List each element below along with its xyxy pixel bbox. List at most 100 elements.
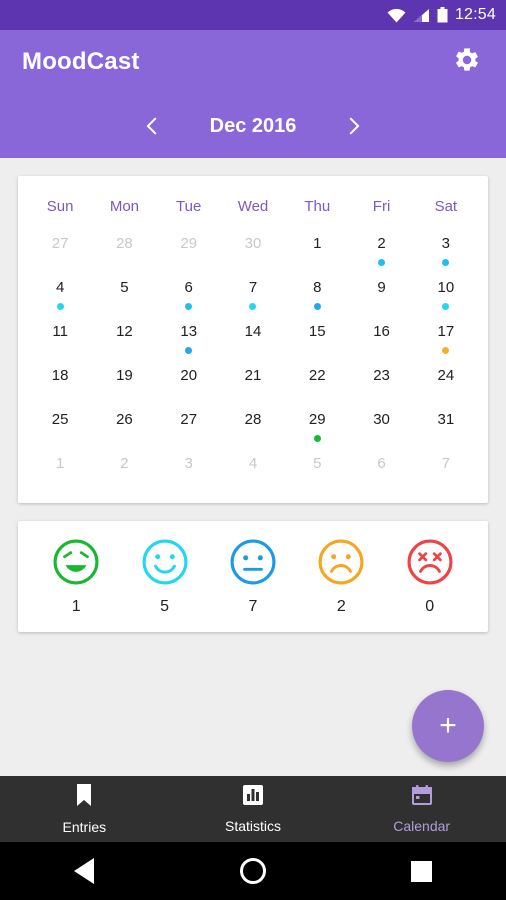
wifi-icon xyxy=(387,8,406,23)
mood-summary-item[interactable]: 0 xyxy=(395,539,465,616)
home-circle-icon xyxy=(239,858,266,884)
calendar-day-cell[interactable]: 31 xyxy=(414,405,478,449)
chevron-right-icon xyxy=(343,115,365,137)
mood-count: 5 xyxy=(160,598,170,615)
system-recents-button[interactable] xyxy=(392,851,452,891)
current-month-label: Dec 2016 xyxy=(209,114,297,137)
calendar-week-row: 25 26 27 28 29 30 31 xyxy=(28,405,478,449)
calendar-day-number: 7 xyxy=(248,279,258,296)
calendar-day-cell[interactable]: 13 xyxy=(157,317,221,361)
calendar-day-cell[interactable]: 29 xyxy=(285,405,349,449)
calendar-day-number: 2 xyxy=(120,455,129,472)
calendar-day-number: 29 xyxy=(308,411,326,428)
calendar-day-cell[interactable]: 22 xyxy=(285,361,349,405)
signal-icon xyxy=(413,8,430,23)
calendar-day-cell: 6 xyxy=(349,449,413,493)
calendar-day-cell[interactable]: 16 xyxy=(349,317,413,361)
calendar-day-number: 5 xyxy=(120,279,129,296)
mood-count: 1 xyxy=(71,598,81,615)
calendar-day-cell[interactable]: 20 xyxy=(157,361,221,405)
calendar-day-cell[interactable]: 6 xyxy=(157,273,221,317)
mood-summary-item[interactable]: 1 xyxy=(41,539,111,616)
mood-dot xyxy=(185,347,193,354)
calendar-day-cell[interactable]: 7 xyxy=(221,273,285,317)
calendar-day-cell: 1 xyxy=(28,449,92,493)
calendar-day-number: 30 xyxy=(244,235,262,252)
calendar-weekday-sun: Sun xyxy=(46,198,74,215)
calendar-day-number: 1 xyxy=(55,455,65,472)
settings-button[interactable] xyxy=(450,45,484,79)
bookmark-icon xyxy=(74,783,94,812)
mood-dot xyxy=(442,303,450,310)
calendar-day-number: 4 xyxy=(55,279,65,296)
calendar-day-number: 16 xyxy=(373,323,390,340)
mood-count: 0 xyxy=(425,598,435,615)
calendar-day-number: 18 xyxy=(51,367,69,384)
mood-good-icon xyxy=(142,539,188,590)
chevron-left-icon xyxy=(141,115,163,137)
bar-chart-icon xyxy=(242,784,264,811)
nav-item-calendar[interactable]: Calendar xyxy=(337,784,506,834)
calendar-day-number: 10 xyxy=(437,279,455,296)
calendar-day-cell[interactable]: 26 xyxy=(92,405,156,449)
calendar-day-number: 6 xyxy=(184,279,193,296)
next-month-button[interactable] xyxy=(328,102,380,150)
calendar-day-cell[interactable]: 1 xyxy=(285,229,349,273)
calendar-day-cell[interactable]: 8 xyxy=(285,273,349,317)
calendar-day-cell[interactable]: 10 xyxy=(414,273,478,317)
calendar-day-cell: 5 xyxy=(285,449,349,493)
mood-summary-item[interactable]: 7 xyxy=(218,539,288,616)
calendar-day-cell[interactable]: 30 xyxy=(349,405,413,449)
mood-count: 7 xyxy=(248,598,258,615)
calendar-day-cell[interactable]: 27 xyxy=(157,405,221,449)
nav-item-statistics[interactable]: Statistics xyxy=(169,784,338,834)
calendar-day-cell[interactable]: 12 xyxy=(92,317,156,361)
nav-item-entries[interactable]: Entries xyxy=(0,783,169,835)
calendar-day-cell[interactable]: 11 xyxy=(28,317,92,361)
mood-count: 2 xyxy=(336,598,346,615)
calendar-day-cell[interactable]: 18 xyxy=(28,361,92,405)
mood-summary-item[interactable]: 5 xyxy=(130,539,200,616)
calendar-day-number: 27 xyxy=(51,235,69,252)
calendar-day-cell[interactable]: 21 xyxy=(221,361,285,405)
mood-dot xyxy=(185,303,193,310)
calendar-day-cell[interactable]: 28 xyxy=(221,405,285,449)
calendar-day-cell: 28 xyxy=(92,229,156,273)
month-navigator: Dec 2016 xyxy=(0,94,506,158)
calendar-day-number: 9 xyxy=(377,279,386,296)
calendar-day-cell[interactable]: 15 xyxy=(285,317,349,361)
nav-label-statistics: Statistics xyxy=(225,818,282,834)
calendar-day-cell[interactable]: 17 xyxy=(414,317,478,361)
calendar-day-number: 17 xyxy=(437,323,455,340)
calendar-day-cell[interactable]: 4 xyxy=(28,273,92,317)
calendar-day-cell[interactable]: 23 xyxy=(349,361,413,405)
calendar-day-cell[interactable]: 3 xyxy=(414,229,478,273)
calendar-day-number: 30 xyxy=(373,411,390,428)
system-home-button[interactable] xyxy=(223,851,283,891)
back-triangle-icon xyxy=(74,858,95,884)
calendar-day-cell[interactable]: 9 xyxy=(349,273,413,317)
add-entry-fab[interactable]: + xyxy=(412,690,484,762)
calendar-day-number: 27 xyxy=(180,411,198,428)
calendar-day-cell[interactable]: 19 xyxy=(92,361,156,405)
previous-month-button[interactable] xyxy=(126,102,178,150)
calendar-day-cell[interactable]: 25 xyxy=(28,405,92,449)
mood-great-icon xyxy=(53,539,99,590)
calendar-day-cell: 27 xyxy=(28,229,92,273)
mood-summary-item[interactable]: 2 xyxy=(306,539,376,616)
calendar-day-number: 1 xyxy=(313,235,322,252)
plus-icon: + xyxy=(439,709,457,742)
system-navigation-bar xyxy=(0,842,506,900)
calendar-week-row: 4 5 6 7 8 9 10 xyxy=(28,273,478,317)
calendar-day-number: 23 xyxy=(373,367,390,384)
calendar-weekday-wed: Wed xyxy=(237,198,269,215)
calendar-day-cell[interactable]: 24 xyxy=(414,361,478,405)
status-bar: 12:54 xyxy=(0,0,506,30)
calendar-day-cell[interactable]: 5 xyxy=(92,273,156,317)
calendar-day-number: 11 xyxy=(52,323,68,340)
calendar-day-number: 25 xyxy=(51,411,69,428)
calendar-day-cell[interactable]: 2 xyxy=(349,229,413,273)
calendar-day-cell[interactable]: 14 xyxy=(221,317,285,361)
system-back-button[interactable] xyxy=(54,851,114,891)
mood-dot xyxy=(313,435,321,442)
